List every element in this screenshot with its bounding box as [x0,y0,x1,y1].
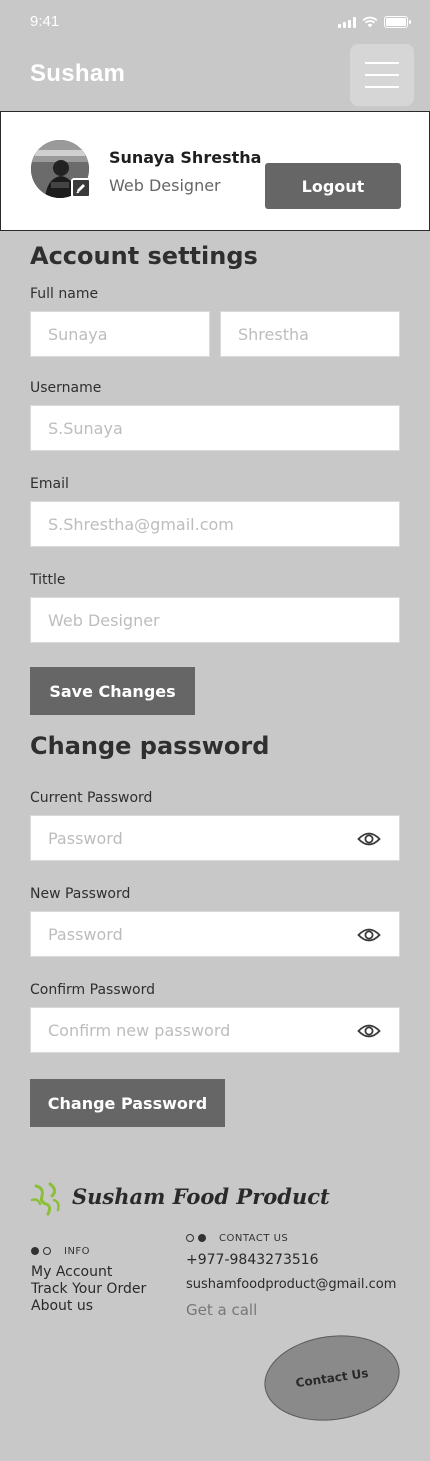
edit-avatar-button[interactable] [71,178,91,198]
pencil-icon [76,184,85,194]
last-name-input[interactable] [221,312,399,356]
brand-name: Susham Food Product [72,1184,330,1209]
new-password-input[interactable] [31,912,399,956]
current-password-field[interactable] [30,815,400,861]
change-password-title: Change password [30,732,270,760]
signal-icon [338,17,356,28]
battery-icon [384,16,411,28]
first-name-field[interactable] [30,311,210,357]
first-name-input[interactable] [31,312,209,356]
email-input[interactable] [31,502,399,546]
info-heading: INFO [64,1246,91,1257]
save-changes-button[interactable]: Save Changes [30,667,195,715]
hamburger-menu-icon [365,62,399,64]
leaf-logo-icon [30,1182,60,1216]
eye-icon[interactable] [357,925,381,945]
footer-phone[interactable]: +977-9843273516 [186,1252,319,1268]
footer-link-my-account[interactable]: My Account [31,1264,112,1280]
footer-email[interactable]: sushamfoodproduct@gmail.com [186,1277,396,1292]
new-password-field[interactable] [30,911,400,957]
status-icons [338,16,411,28]
current-password-label: Current Password [30,790,153,806]
status-time: 9:41 [30,13,60,30]
get-a-call-link[interactable]: Get a call [186,1301,257,1319]
username-label: Username [30,380,102,396]
contact-dots [186,1234,206,1242]
confirm-password-input[interactable] [31,1008,399,1052]
title-label: Tittle [30,572,66,588]
profile-card: Sunaya Shrestha Web Designer Logout [0,111,430,231]
contact-us-button[interactable]: Contact Us [258,1326,406,1430]
last-name-field[interactable] [220,311,400,357]
eye-icon[interactable] [357,829,381,849]
new-password-label: New Password [30,886,131,902]
info-dots [31,1247,51,1255]
footer-link-about-us[interactable]: About us [31,1298,93,1314]
full-name-label: Full name [30,286,99,302]
title-input[interactable] [31,598,399,642]
confirm-password-label: Confirm Password [30,982,156,998]
app-title: Susham [30,60,126,87]
email-field[interactable] [30,501,400,547]
logout-button[interactable]: Logout [265,163,401,209]
change-password-button[interactable]: Change Password [30,1079,225,1127]
username-input[interactable] [31,406,399,450]
confirm-password-field[interactable] [30,1007,400,1053]
username-field[interactable] [30,405,400,451]
profile-role: Web Designer [109,176,221,195]
footer-link-track-order[interactable]: Track Your Order [31,1281,146,1297]
profile-name: Sunaya Shrestha [109,148,262,167]
account-settings-title: Account settings [30,242,258,270]
eye-icon[interactable] [357,1021,381,1041]
current-password-input[interactable] [31,816,399,860]
contact-heading: CONTACT US [219,1233,289,1244]
email-label: Email [30,476,69,492]
wifi-icon [362,16,378,28]
title-field[interactable] [30,597,400,643]
status-bar: 9:41 [0,0,430,44]
menu-button[interactable] [350,44,414,106]
